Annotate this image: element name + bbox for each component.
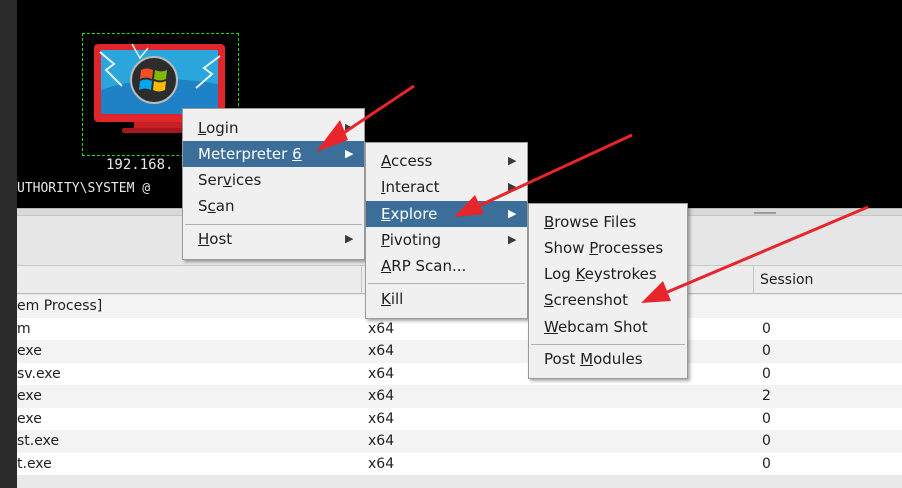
process-name: m bbox=[17, 320, 31, 337]
menu-item-meterpreter[interactable]: Meterpreter 6 ▶ bbox=[183, 141, 364, 167]
process-arch: x64 bbox=[368, 433, 395, 449]
process-arch: x64 bbox=[368, 455, 395, 472]
menu-item-show-processes[interactable]: Show Processes bbox=[529, 235, 687, 261]
menu-item-scan[interactable]: Scan bbox=[183, 193, 364, 219]
menu-item-post-modules[interactable]: Post Modules bbox=[529, 346, 687, 372]
menu-item-access[interactable]: Access ▶ bbox=[366, 148, 527, 174]
menu-item-login[interactable]: Login ▶ bbox=[183, 115, 364, 141]
explore-submenu: Browse Files Show Processes Log Keystrok… bbox=[528, 203, 688, 379]
meterpreter-submenu: Access ▶ Interact ▶ Explore ▶ Pivoting ▶… bbox=[365, 142, 528, 319]
host-user-label: UTHORITY\SYSTEM @ bbox=[17, 181, 151, 196]
process-session: 0 bbox=[762, 365, 771, 382]
process-arch: x64 bbox=[368, 320, 395, 337]
process-session: 0 bbox=[762, 410, 771, 427]
menu-item-explore[interactable]: Explore ▶ bbox=[366, 201, 527, 227]
process-name: exe bbox=[17, 343, 42, 359]
menu-separator bbox=[531, 344, 685, 345]
process-session: 0 bbox=[762, 343, 771, 359]
table-row[interactable]: t.exe x64 0 bbox=[17, 452, 902, 475]
host-context-menu: Login ▶ Meterpreter 6 ▶ Services Scan Ho… bbox=[182, 108, 365, 260]
table-row[interactable]: m x64 0 bbox=[17, 317, 902, 340]
submenu-arrow-icon: ▶ bbox=[345, 232, 354, 245]
menu-item-kill[interactable]: Kill bbox=[366, 286, 527, 312]
menu-item-interact[interactable]: Interact ▶ bbox=[366, 174, 527, 200]
menu-separator bbox=[185, 224, 362, 225]
submenu-arrow-icon: ▶ bbox=[508, 207, 517, 220]
menu-item-webcam-shot[interactable]: Webcam Shot bbox=[529, 314, 687, 340]
process-session: 0 bbox=[762, 455, 771, 472]
submenu-arrow-icon: ▶ bbox=[345, 121, 354, 134]
process-session: 0 bbox=[762, 320, 771, 337]
menu-item-browse-files[interactable]: Browse Files bbox=[529, 209, 687, 235]
menu-item-pivoting[interactable]: Pivoting ▶ bbox=[366, 227, 527, 253]
process-arch: x64 bbox=[368, 410, 395, 427]
menu-item-arp-scan[interactable]: ARP Scan... bbox=[366, 253, 527, 279]
process-name: sv.exe bbox=[17, 365, 61, 382]
table-row[interactable]: sv.exe x64 0 bbox=[17, 362, 902, 385]
process-name: exe bbox=[17, 410, 42, 427]
left-edge-strip bbox=[0, 0, 17, 488]
column-header-name[interactable] bbox=[17, 266, 362, 294]
menu-item-services[interactable]: Services bbox=[183, 167, 364, 193]
process-arch: x64 bbox=[368, 343, 395, 359]
process-name: em Process] bbox=[17, 298, 103, 314]
submenu-arrow-icon: ▶ bbox=[508, 233, 517, 246]
table-row[interactable]: st.exe x64 0 bbox=[17, 430, 902, 453]
menu-separator bbox=[368, 283, 525, 284]
submenu-arrow-icon: ▶ bbox=[508, 180, 517, 193]
process-name: t.exe bbox=[17, 455, 52, 472]
process-arch: x64 bbox=[368, 365, 395, 382]
submenu-arrow-icon: ▶ bbox=[508, 154, 517, 167]
column-header-session[interactable]: Session bbox=[754, 266, 902, 294]
submenu-arrow-icon: ▶ bbox=[345, 147, 354, 160]
table-row[interactable]: exe x64 0 bbox=[17, 407, 902, 430]
process-name: st.exe bbox=[17, 433, 60, 449]
process-session: 2 bbox=[762, 388, 771, 404]
host-ip-label: 192.168. bbox=[106, 157, 174, 173]
process-session: 0 bbox=[762, 433, 771, 449]
menu-item-host[interactable]: Host ▶ bbox=[183, 226, 364, 252]
menu-item-log-keystrokes[interactable]: Log Keystrokes bbox=[529, 261, 687, 287]
table-row[interactable]: exe x64 2 bbox=[17, 385, 902, 408]
divider-grip-icon[interactable] bbox=[754, 212, 776, 214]
process-name: exe bbox=[17, 388, 42, 404]
process-arch: x64 bbox=[368, 388, 395, 404]
menu-item-screenshot[interactable]: Screenshot bbox=[529, 287, 687, 313]
process-table-body: em Process] m x64 0 exe x64 0 sv.exe x64… bbox=[17, 295, 902, 488]
table-row[interactable]: exe x64 0 bbox=[17, 340, 902, 363]
